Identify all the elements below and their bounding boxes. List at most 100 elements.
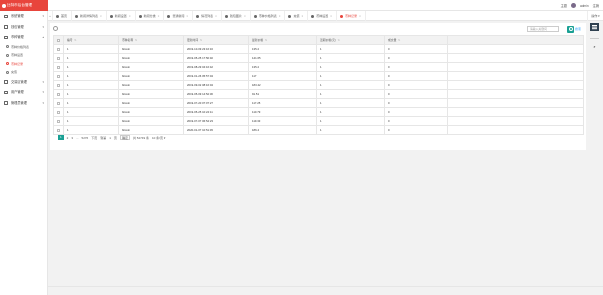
sidebar-subitem-price-list[interactable]: 币种价格列表: [0, 43, 47, 52]
close-icon[interactable]: ×: [100, 14, 102, 18]
table-row[interactable]: 1 bitcoin 2019-07-07 06:54:23 119.33 1 0: [53, 116, 584, 126]
cell-volume: 0: [384, 80, 448, 90]
sidebar-subitem-coin-settings[interactable]: 币种设置: [0, 51, 47, 60]
cell-filler: [447, 80, 584, 90]
tab-status-list[interactable]: 情况列表 ×: [193, 11, 222, 21]
page-current[interactable]: 1: [58, 135, 64, 140]
tab-operations-button[interactable]: 操作 ▾: [587, 11, 603, 21]
next-page-button[interactable]: 下页: [91, 136, 97, 140]
tab-news-detail-list[interactable]: 新闻详情列表 ×: [72, 11, 107, 21]
goto-suffix: 页: [113, 135, 117, 140]
sort-icon[interactable]: ⇅: [74, 38, 76, 42]
menu-icon[interactable]: [590, 23, 599, 31]
close-icon[interactable]: ×: [302, 14, 304, 18]
avatar[interactable]: [570, 3, 576, 8]
search-button[interactable]: [567, 25, 574, 33]
row-checkbox[interactable]: [53, 71, 64, 81]
row-checkbox[interactable]: [53, 98, 64, 108]
close-icon[interactable]: ×: [215, 14, 217, 18]
table-row[interactable]: 1 bitcoin 2019-05-25 10:24:11 110.79 1 0: [53, 107, 584, 117]
goto-page-input[interactable]: 1: [109, 136, 111, 140]
tab-normal-news[interactable]: 普通新闻 ×: [164, 11, 194, 21]
table-row[interactable]: 1 bitcoin 2019-05-09 14:52:30 91.51 1 0: [53, 89, 584, 99]
row-checkbox[interactable]: [53, 107, 64, 117]
close-icon[interactable]: ×: [279, 14, 281, 18]
logout-button[interactable]: 注销: [593, 3, 599, 8]
tab-recharge[interactable]: 充值 ×: [285, 11, 309, 21]
tab-news-category[interactable]: 新闻分类 ×: [136, 11, 165, 21]
tab-wallet-images[interactable]: 钱包图片 ×: [222, 11, 251, 21]
cell-coin-name: bitcoin: [118, 71, 184, 81]
column-header-recent-price[interactable]: 近期价格(元) ⇅: [316, 35, 385, 45]
sidebar-item-exchange[interactable]: 交易区管理 ▾: [0, 77, 47, 88]
header-checkbox[interactable]: [53, 35, 64, 45]
column-header-update-time[interactable]: 更新时间 ⇅: [183, 35, 249, 45]
sidebar-item-label: 币种管理: [11, 35, 24, 39]
sort-icon[interactable]: ⇅: [135, 38, 137, 42]
column-header-latest-price[interactable]: 最新价格 ⇅: [248, 35, 317, 45]
sort-icon[interactable]: ⇅: [337, 38, 339, 42]
sidebar-item-admins[interactable]: 管理员管理 ▾: [0, 98, 47, 109]
cell-recent-price: 1: [316, 80, 385, 90]
cell-coin-name: bitcoin: [118, 107, 184, 117]
tab-coin-settings[interactable]: 币种设置 ×: [308, 11, 338, 21]
tab-coin-price-list[interactable]: 币种价格列表 ×: [251, 11, 286, 21]
sidebar-item-users[interactable]: 用户管理 ▾: [0, 87, 47, 98]
page-link-last[interactable]: 5276: [82, 136, 89, 140]
tab-news-settings[interactable]: 新闻设置 ×: [107, 11, 136, 21]
tab-coin-records[interactable]: 币种记录 ×: [337, 11, 366, 21]
close-icon[interactable]: ×: [186, 14, 188, 18]
sort-icon[interactable]: ⇅: [200, 38, 202, 42]
cell-latest-price: 119.33: [248, 116, 317, 126]
cell-id: 1: [63, 71, 119, 81]
cell-update-time: 2019-08-29 04:16:42: [183, 62, 249, 72]
sidebar-subitem-recharge[interactable]: 充值: [0, 68, 47, 77]
close-icon[interactable]: ×: [158, 14, 160, 18]
table-row[interactable]: 1 bitcoin 2019-07-20 07:07:27 117.25 1 0: [53, 98, 584, 108]
cell-filler: [447, 125, 584, 135]
cell-coin-name: bitcoin: [118, 80, 184, 90]
sidebar-item-wallet[interactable]: 钱包管理 ▾: [0, 22, 47, 33]
table-row[interactable]: 1 bitcoin 2019-09-02 08:16:04 183.42 1 0: [53, 80, 584, 90]
column-header-id[interactable]: 编号 ⇅: [63, 35, 119, 45]
close-icon[interactable]: ×: [359, 14, 361, 18]
table-row[interactable]: 1 bitcoin 2019-10-09 23:16:16 135.2 1 0: [53, 44, 584, 54]
table-row[interactable]: 1 bitcoin 2019-08-29 04:16:42 135.2 1 0: [53, 62, 584, 72]
table-row[interactable]: 1 bitcoin 2019-05-25 17:50:40 141.65 1 0: [53, 53, 584, 63]
sidebar-subitem-coin-records[interactable]: 币种记录: [0, 60, 47, 69]
search-label[interactable]: 搜索: [575, 27, 581, 31]
per-page-select[interactable]: 10 条/页 ▾: [152, 136, 165, 140]
search-input[interactable]: 请输入关键词: [527, 26, 559, 32]
close-icon[interactable]: ×: [330, 14, 332, 18]
row-checkbox[interactable]: [53, 80, 64, 90]
sort-icon[interactable]: ⇅: [265, 38, 267, 42]
cell-id: 1: [63, 62, 119, 72]
column-header-volume[interactable]: 成交量 ⇅: [384, 35, 448, 45]
row-checkbox[interactable]: [53, 53, 64, 63]
sidebar-item-coin[interactable]: 币种管理 ▴: [0, 32, 47, 43]
theme-button[interactable]: 主题: [561, 3, 567, 8]
close-icon[interactable]: ×: [129, 14, 131, 18]
cell-latest-price: 91.51: [248, 89, 317, 99]
row-checkbox[interactable]: [53, 89, 64, 99]
sidebar-item-label: 系统管理: [11, 14, 24, 18]
row-checkbox[interactable]: [53, 116, 64, 126]
table-row[interactable]: 1 bitcoin 2019-01-26 05:57:04 117 1 0: [53, 71, 584, 81]
sidebar-item-system[interactable]: 系统管理 ▾: [0, 11, 47, 22]
goto-prefix: 到第: [100, 135, 107, 140]
row-checkbox[interactable]: [53, 44, 64, 54]
goto-confirm-button[interactable]: 确定: [119, 135, 130, 140]
username[interactable]: admin: [580, 4, 589, 8]
sort-icon[interactable]: ⇅: [398, 38, 400, 42]
close-icon[interactable]: ×: [244, 14, 246, 18]
tab-home[interactable]: 首页: [53, 11, 73, 21]
search-icon[interactable]: ⌕: [590, 43, 599, 51]
page-link[interactable]: 3: [71, 136, 73, 140]
column-header-coin-name[interactable]: 币种名称 ⇅: [118, 35, 184, 45]
page-link[interactable]: 2: [67, 136, 69, 140]
page-ellipsis: ...: [76, 135, 79, 140]
refresh-icon[interactable]: [53, 26, 58, 31]
cell-latest-price: 186.4: [248, 125, 317, 135]
row-checkbox[interactable]: [53, 62, 64, 72]
brand-mark-icon: [2, 3, 6, 8]
